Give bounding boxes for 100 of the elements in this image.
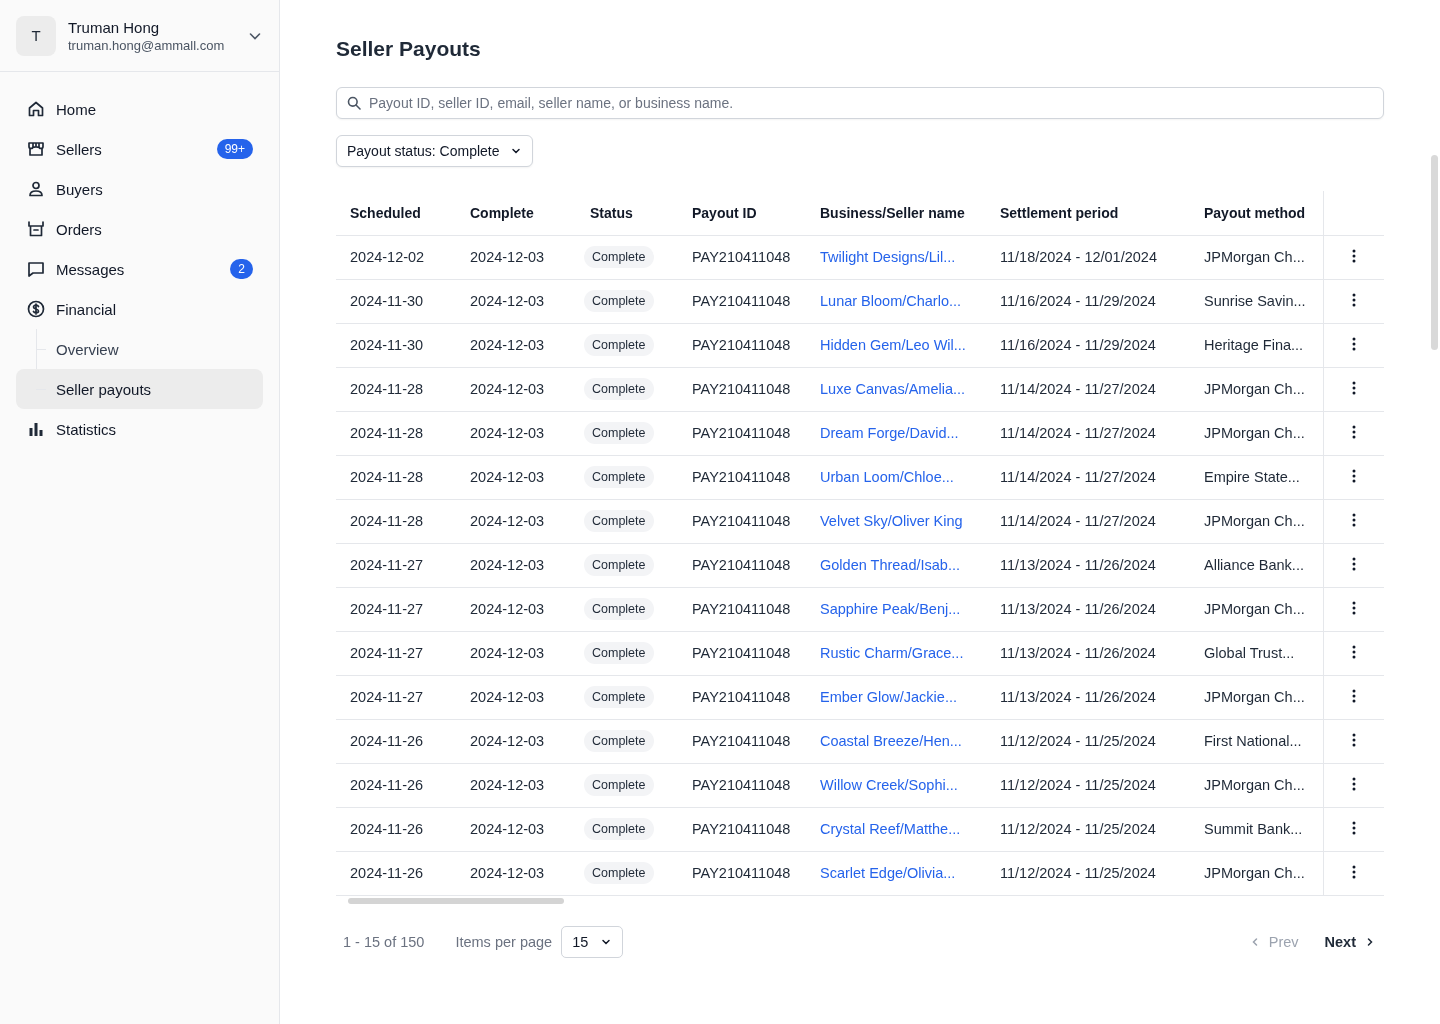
nav-item[interactable]: Orders	[16, 209, 263, 249]
table-cell: 2024-11-27	[350, 601, 424, 617]
seller-link[interactable]: Coastal Breeze/Hen...	[820, 733, 962, 749]
seller-link[interactable]: Sapphire Peak/Benj...	[820, 601, 961, 617]
column-header: Status	[590, 204, 633, 221]
table-cell: PAY210411048	[692, 733, 791, 749]
table-cell: 2024-11-27	[350, 645, 424, 661]
status-pill: Complete	[584, 246, 654, 268]
status-pill: Complete	[584, 422, 654, 444]
seller-link[interactable]: Hidden Gem/Leo Wil...	[820, 337, 966, 353]
seller-link[interactable]: Willow Creek/Sophi...	[820, 777, 958, 793]
table-cell: 2024-12-03	[470, 689, 545, 705]
seller-link[interactable]: Luxe Canvas/Amelia...	[820, 381, 966, 397]
table-cell: PAY210411048	[692, 865, 791, 881]
table-cell: Global Trust...	[1204, 645, 1295, 661]
table-cell: JPMorgan Ch...	[1204, 777, 1305, 793]
table-cell: 2024-12-03	[470, 601, 545, 617]
more-options-icon[interactable]	[1351, 600, 1356, 615]
seller-link[interactable]: Urban Loom/Chloe...	[820, 469, 954, 485]
more-options-icon[interactable]	[1351, 556, 1356, 571]
page-range: 1 - 15 of 150	[343, 933, 425, 950]
table-cell: 2024-11-26	[350, 865, 424, 881]
more-options-icon[interactable]	[1351, 248, 1356, 263]
status-pill: Complete	[584, 334, 654, 356]
items-per-page-dropdown[interactable]: 15	[561, 925, 624, 958]
more-options-icon[interactable]	[1351, 644, 1356, 659]
table-cell: 11/13/2024 - 11/26/2024	[1000, 557, 1156, 573]
search-field[interactable]: Payout ID, seller ID, email, seller name, or business name.	[336, 87, 1384, 119]
seller-link[interactable]: Twilight Designs/Lil...	[820, 249, 956, 265]
table-cell: JPMorgan Ch...	[1204, 381, 1305, 397]
more-options-icon[interactable]	[1351, 864, 1356, 879]
storefront-icon	[26, 139, 46, 159]
vertical-scrollbar[interactable]	[1431, 155, 1438, 350]
nav-subitem[interactable]: Seller payouts	[16, 369, 263, 409]
table-cell: 11/18/2024 - 12/01/2024	[1000, 249, 1157, 265]
table-cell: PAY210411048	[692, 293, 791, 309]
table-cell: 2024-12-03	[470, 821, 545, 837]
nav-item[interactable]: Statistics	[16, 409, 263, 449]
horizontal-scrollbar[interactable]	[348, 897, 564, 904]
table-cell: Heritage Fina...	[1204, 337, 1304, 353]
status-pill: Complete	[584, 774, 654, 796]
home-icon	[26, 99, 46, 119]
more-options-icon[interactable]	[1351, 468, 1356, 483]
seller-link[interactable]: Rustic Charm/Grace...	[820, 645, 964, 661]
status-filter-dropdown[interactable]: Payout status: Complete	[336, 135, 533, 167]
column-header: Settlement period	[1000, 204, 1119, 221]
table-cell: JPMorgan Ch...	[1204, 689, 1305, 705]
table-cell: 2024-12-03	[470, 425, 545, 441]
seller-link[interactable]: Ember Glow/Jackie...	[820, 689, 957, 705]
nav-subitem[interactable]: Overview	[16, 329, 263, 369]
more-options-icon[interactable]	[1351, 776, 1356, 791]
column-header: Scheduled	[350, 204, 421, 221]
seller-link[interactable]: Lunar Bloom/Charlo...	[820, 293, 962, 309]
table-cell: 11/16/2024 - 11/29/2024	[1000, 337, 1156, 353]
seller-link[interactable]: Crystal Reef/Matthe...	[820, 821, 961, 837]
chat-bubble-icon	[26, 259, 46, 279]
table-cell: JPMorgan Ch...	[1204, 865, 1305, 881]
table-cell: 2024-12-03	[470, 733, 545, 749]
status-pill: Complete	[584, 730, 654, 752]
next-button[interactable]: Next	[1316, 929, 1384, 954]
table-cell: 2024-11-26	[350, 777, 424, 793]
nav-item[interactable]: Messages 2	[16, 249, 263, 289]
seller-link[interactable]: Velvet Sky/Oliver King	[820, 513, 963, 529]
table-cell: 2024-11-27	[350, 689, 424, 705]
column-header: Payout ID	[692, 204, 757, 221]
count-badge: 2	[230, 259, 253, 279]
nav-item[interactable]: Home	[16, 89, 263, 129]
status-pill: Complete	[584, 862, 654, 884]
status-pill: Complete	[584, 290, 654, 312]
column-header: Payout method	[1204, 204, 1306, 221]
table-cell: PAY210411048	[692, 513, 791, 529]
table-cell: 2024-11-28	[350, 469, 424, 485]
table-cell: JPMorgan Ch...	[1204, 601, 1305, 617]
table-cell: 2024-12-02	[350, 249, 425, 265]
status-pill: Complete	[584, 510, 654, 532]
nav-item[interactable]: Buyers	[16, 169, 263, 209]
nav-item[interactable]: Financial	[16, 289, 263, 329]
user-name: Truman Hong	[68, 18, 161, 36]
more-options-icon[interactable]	[1351, 424, 1356, 439]
table-cell: 2024-12-03	[470, 337, 545, 353]
search-icon	[347, 96, 361, 110]
seller-link[interactable]: Golden Thread/Isab...	[820, 557, 960, 573]
more-options-icon[interactable]	[1351, 512, 1356, 527]
more-options-icon[interactable]	[1351, 688, 1356, 703]
column-header: Complete	[470, 204, 534, 221]
table-cell: PAY210411048	[692, 469, 791, 485]
more-options-icon[interactable]	[1351, 380, 1356, 395]
nav-item[interactable]: Sellers 99+	[16, 129, 263, 169]
table-cell: 2024-12-03	[470, 381, 545, 397]
seller-link[interactable]: Dream Forge/David...	[820, 425, 959, 441]
box-icon	[26, 219, 46, 239]
table-cell: 2024-11-26	[350, 821, 424, 837]
table-cell: PAY210411048	[692, 381, 791, 397]
more-options-icon[interactable]	[1351, 732, 1356, 747]
table-cell: 2024-12-03	[470, 513, 545, 529]
more-options-icon[interactable]	[1351, 336, 1356, 351]
table-cell: Alliance Bank...	[1204, 557, 1304, 573]
more-options-icon[interactable]	[1351, 292, 1356, 307]
more-options-icon[interactable]	[1351, 820, 1356, 835]
seller-link[interactable]: Scarlet Edge/Olivia...	[820, 865, 956, 881]
